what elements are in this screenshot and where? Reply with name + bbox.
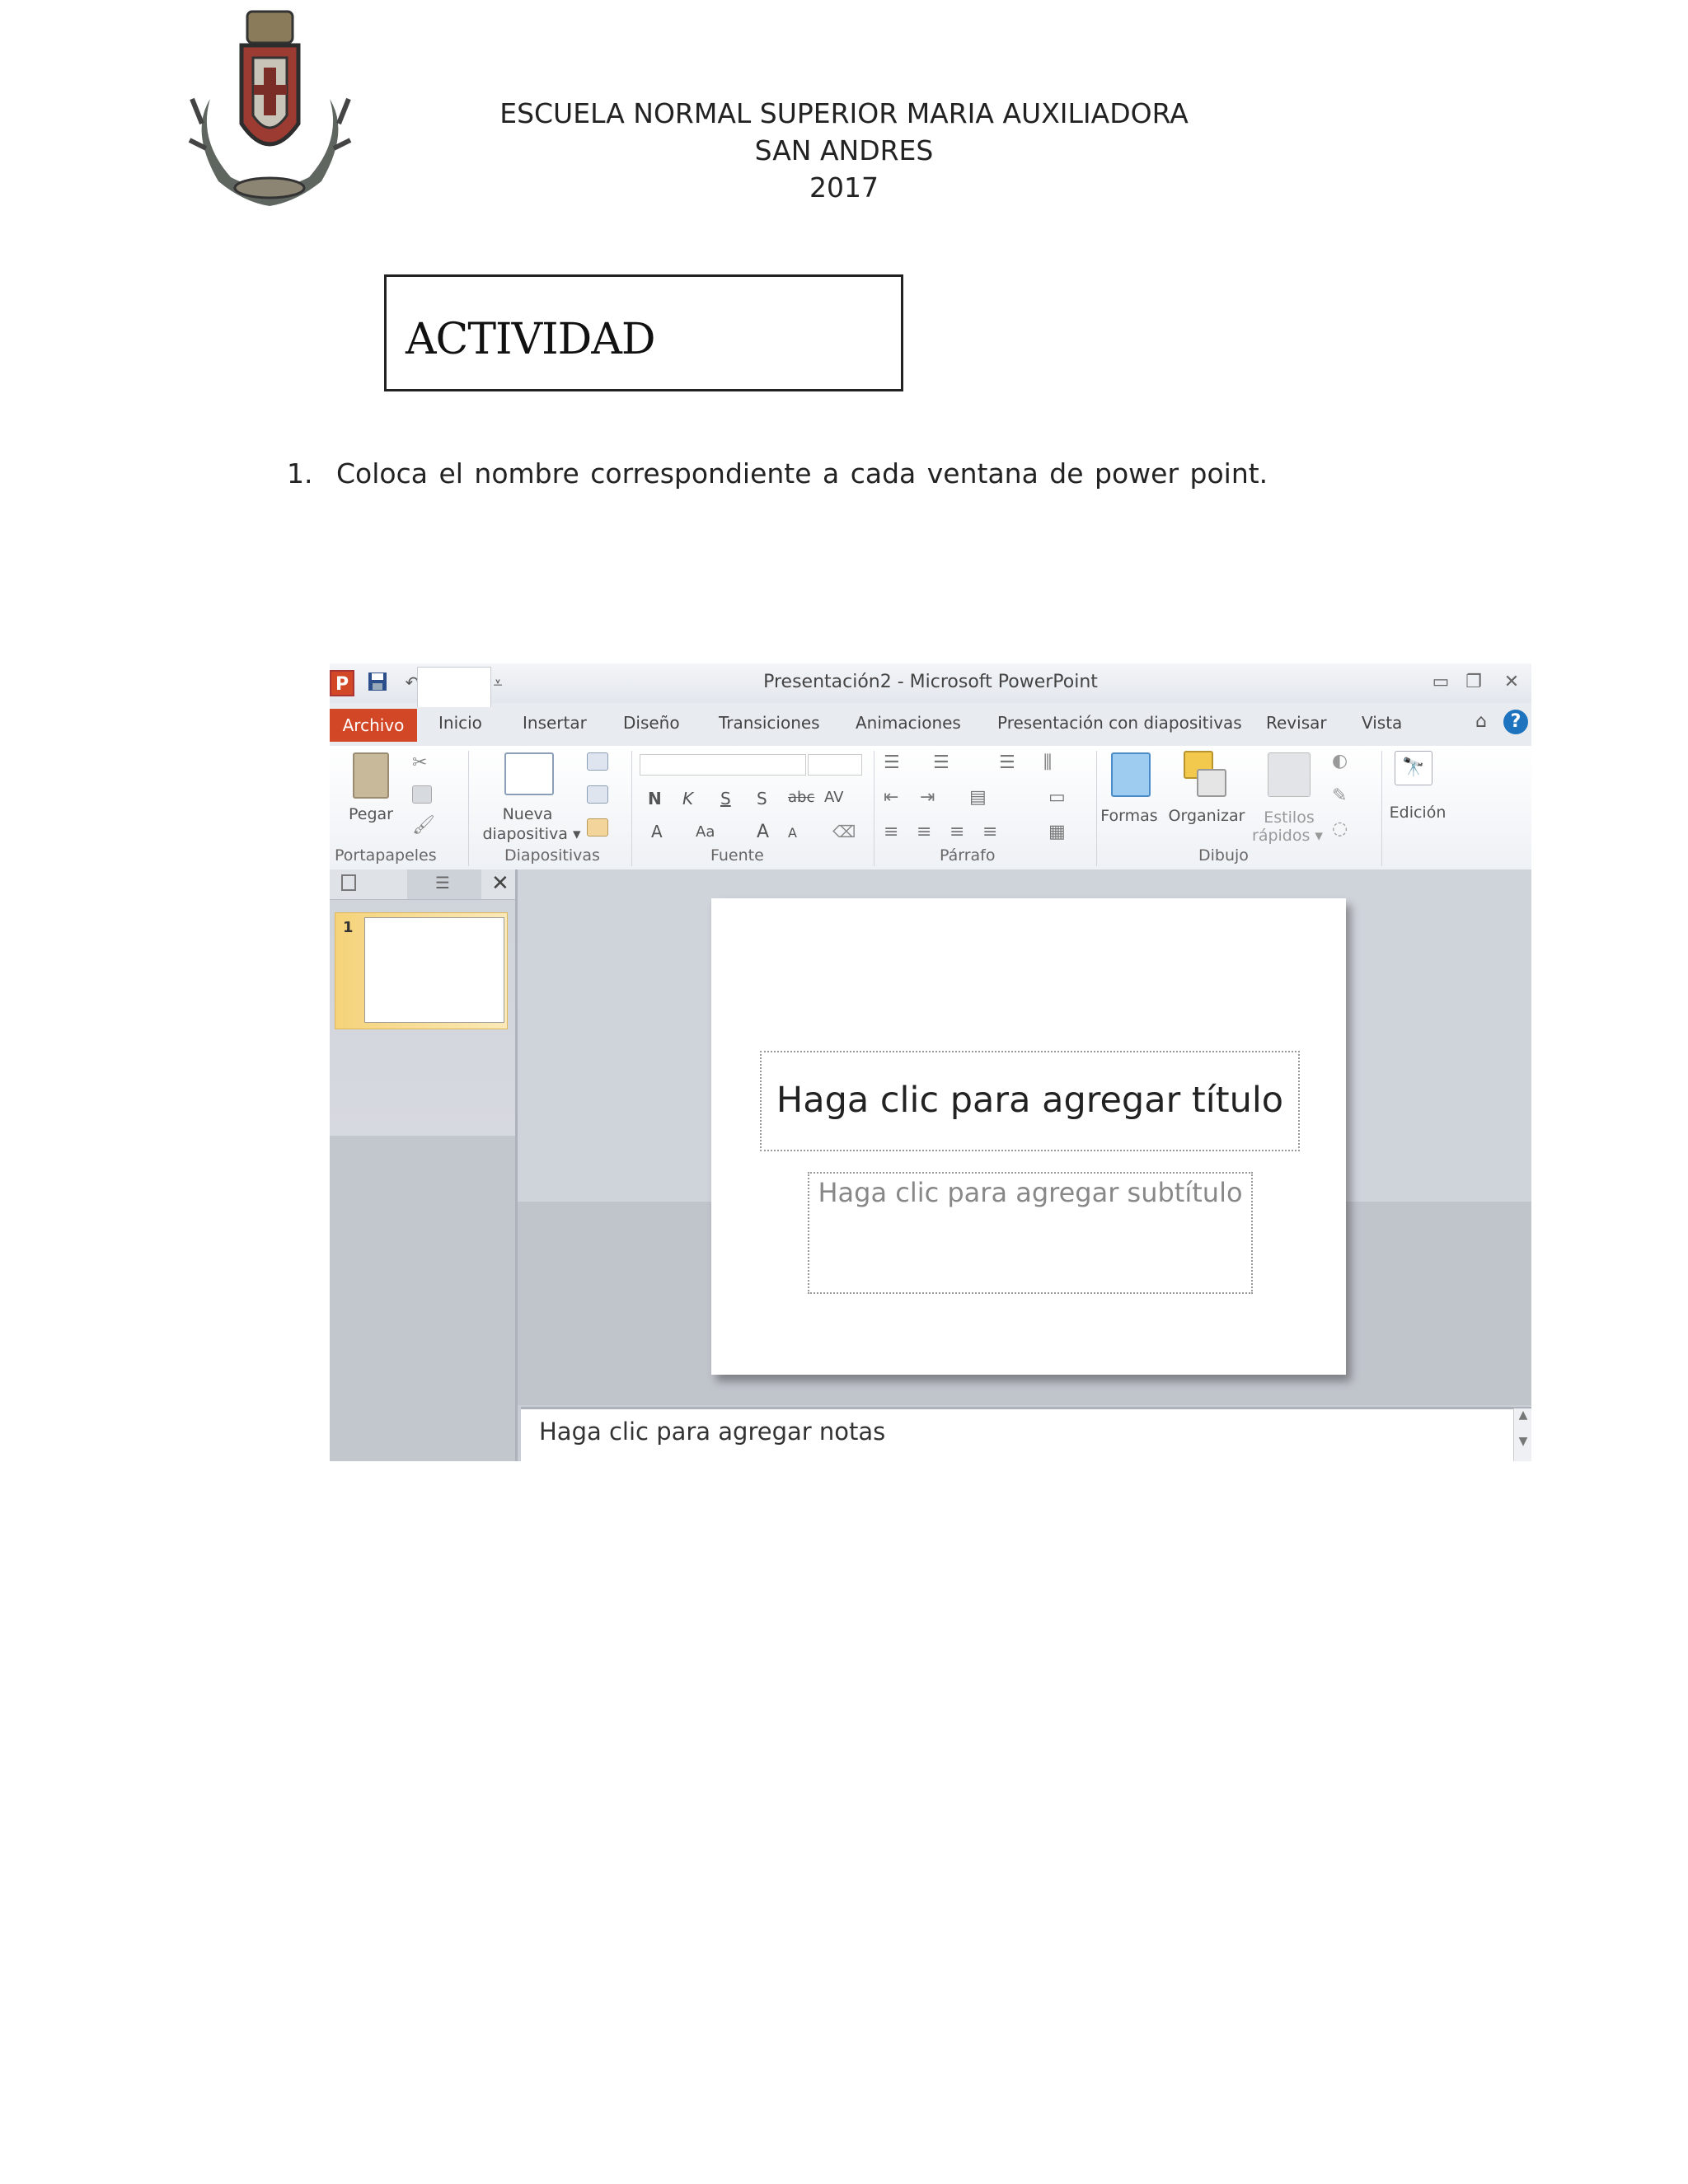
shrink-font-icon[interactable]: A [788,825,797,841]
window-title: Presentación2 - Microsoft PowerPoint [763,672,1098,692]
notes-scrollbar[interactable]: ▲ ▼ [1513,1408,1531,1461]
school-year: 2017 [809,171,879,204]
shapes-icon[interactable] [1111,752,1151,797]
new-slide-button-line1[interactable]: Nueva [478,805,577,823]
clear-format-icon[interactable]: ⌫ [832,822,856,841]
binoculars-icon[interactable]: 🔭 [1395,751,1432,785]
group-separator [631,751,632,866]
decrease-indent-icon[interactable]: ⇤ [884,787,898,808]
outline-tab-icon[interactable]: ☰ [435,873,450,893]
paste-icon[interactable] [353,752,389,799]
shape-effects-icon[interactable]: ◌ [1332,818,1348,839]
ribbon: Pegar ✂ 🖌 Portapapeles Nueva diapositiva… [330,746,1531,871]
shape-outline-icon[interactable]: ✎ [1332,785,1347,806]
group-portapapeles: Portapapeles [335,846,437,865]
italic-button[interactable]: K [682,789,693,808]
character-spacing-button[interactable]: AV [824,789,843,806]
text-direction-icon[interactable]: ▤ [969,787,987,808]
school-town: SAN ANDRES [754,134,934,166]
group-separator [1381,751,1382,866]
change-case-icon[interactable]: Aa [696,823,715,841]
thumbnail-pane-tabs[interactable]: ☰ [330,869,515,900]
restore-icon[interactable]: ❐ [1459,670,1489,695]
group-separator [468,751,469,866]
new-slide-button-line2[interactable]: diapositiva ▾ [478,825,585,843]
columns-icon[interactable]: ⫼ [1043,752,1052,773]
slides-tab-icon[interactable] [341,874,356,891]
font-name-select[interactable] [640,754,806,776]
numbering-icon[interactable]: ☰ [933,752,950,773]
school-name: ESCUELA NORMAL SUPERIOR MARIA AUXILIADOR… [499,97,1189,129]
slide-thumbnail[interactable] [364,917,504,1023]
arrange-icon-back [1197,769,1226,797]
arrange-button[interactable]: Organizar [1165,807,1248,825]
tab-archivo[interactable]: Archivo [330,709,417,742]
format-painter-icon[interactable]: 🖌 [412,815,435,836]
tab-transiciones[interactable]: Transiciones [719,713,820,733]
underline-button[interactable]: S [720,789,731,808]
tab-insertar[interactable]: Insertar [523,713,587,733]
paste-button[interactable]: Pegar [346,805,396,823]
cut-icon[interactable]: ✂ [412,752,427,773]
thumbnail-number: 1 [343,919,354,936]
shape-fill-icon[interactable]: ◐ [1332,751,1348,771]
title-placeholder-text[interactable]: Haga clic para agregar título [760,1080,1300,1121]
close-window-icon[interactable]: ✕ [1497,670,1526,695]
edit-button[interactable]: Edición [1385,804,1451,822]
reset-slide-icon[interactable] [587,785,608,804]
group-fuente: Fuente [710,846,764,865]
grow-font-icon[interactable]: A [757,822,769,842]
align-center-icon[interactable]: ≡ [917,822,931,842]
increase-indent-icon[interactable]: ⇥ [920,787,935,808]
justify-icon[interactable]: ≡ [982,822,997,842]
activity-label: ACTIVIDAD [406,315,656,364]
help-icon[interactable]: ? [1503,710,1528,734]
question-text: Coloca el nombre correspondiente a cada … [336,457,1268,490]
tab-animaciones[interactable]: Animaciones [856,713,961,733]
quick-styles-button-line2[interactable]: rápidos ▾ [1248,827,1327,845]
group-separator [1096,751,1097,866]
close-pane-icon[interactable]: ✕ [491,871,509,896]
group-dibujo: Dibujo [1198,846,1249,865]
section-icon[interactable] [587,818,608,837]
bold-button[interactable]: N [648,789,662,808]
group-diapositivas: Diapositivas [504,846,600,865]
tab-vista[interactable]: Vista [1362,713,1402,733]
shapes-button[interactable]: Formas [1100,807,1159,825]
shadow-button[interactable]: S [757,789,767,808]
quick-styles-button-line1[interactable]: Estilos [1256,808,1322,827]
new-slide-icon[interactable] [504,752,554,795]
quick-styles-icon[interactable] [1268,752,1311,797]
tab-diseno[interactable]: Diseño [623,713,680,733]
tab-revisar[interactable]: Revisar [1266,713,1327,733]
align-left-icon[interactable]: ≡ [884,822,898,842]
align-text-icon[interactable]: ▭ [1048,787,1066,808]
align-right-icon[interactable]: ≡ [950,822,964,842]
subtitle-placeholder-text[interactable]: Haga clic para agregar subtítulo [808,1177,1253,1208]
bullets-icon[interactable]: ☰ [884,752,900,773]
notes-placeholder-text[interactable]: Haga clic para agregar notas [539,1418,885,1446]
tab-inicio[interactable]: Inicio [438,713,482,733]
strikethrough-button[interactable]: abc [788,789,814,806]
powerpoint-window: P ↶ ↻ ⩡ Presentación2 - Microsoft PowerP… [330,663,1531,1461]
font-color-icon[interactable]: A [651,822,663,841]
font-size-select[interactable] [808,754,862,776]
layout-icon[interactable] [587,752,608,771]
copy-icon[interactable] [412,785,432,804]
group-parrafo: Párrafo [940,846,996,865]
smartart-icon[interactable]: ▦ [1048,822,1066,842]
minimize-icon[interactable]: ▭ [1426,670,1456,695]
tab-presentacion[interactable]: Presentación con diapositivas [997,713,1242,733]
question-number: 1. [287,457,313,490]
line-spacing-icon[interactable]: ☰ [999,752,1015,773]
tab-inicio-background [417,667,491,707]
minimize-ribbon-icon[interactable]: ⌂ [1475,711,1487,732]
